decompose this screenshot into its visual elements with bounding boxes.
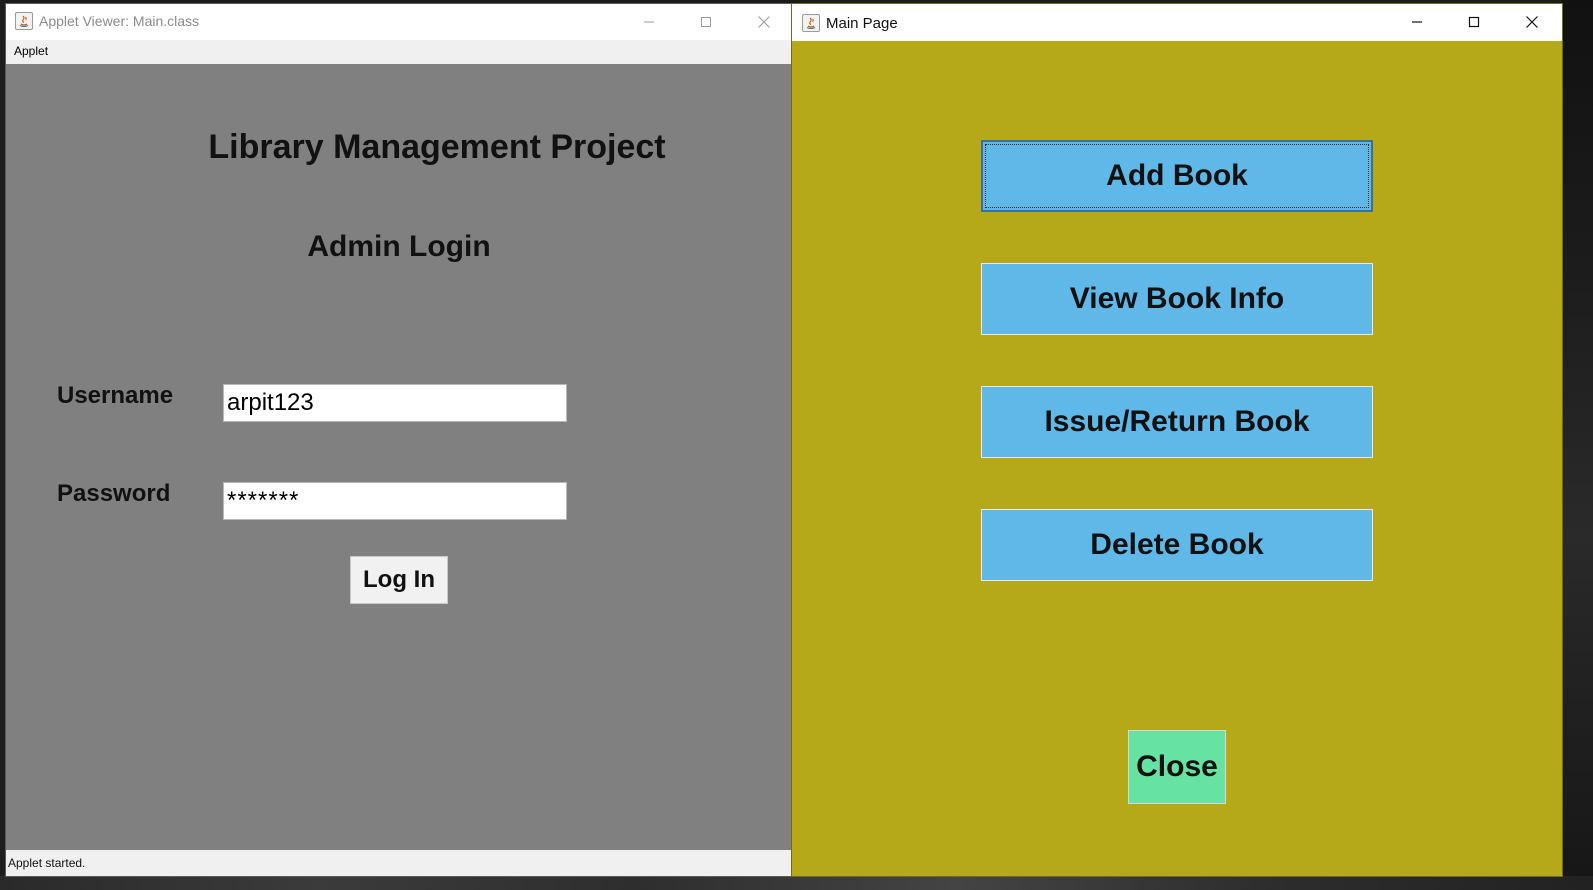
minimize-icon <box>644 21 654 23</box>
window-title: Applet Viewer: Main.class <box>39 13 200 29</box>
maximize-button[interactable] <box>1445 4 1503 40</box>
add-book-button[interactable]: Add Book <box>981 140 1373 212</box>
admin-login-heading: Admin Login <box>307 230 491 263</box>
close-icon <box>758 16 770 28</box>
menu-bar: Applet <box>6 40 793 64</box>
close-button[interactable]: Close <box>1128 730 1226 804</box>
issue-return-book-button[interactable]: Issue/Return Book <box>981 386 1373 458</box>
username-field[interactable] <box>223 384 567 422</box>
desktop-background-right <box>1562 0 1593 890</box>
java-icon <box>15 12 33 30</box>
main-page-titlebar[interactable]: Main Page <box>792 4 1562 41</box>
password-label: Password <box>57 480 171 507</box>
maximize-button[interactable] <box>677 4 735 40</box>
window-title: Main Page <box>826 15 898 32</box>
login-button[interactable]: Log In <box>350 556 448 604</box>
desktop-taskbar-edge <box>0 876 1593 890</box>
login-panel: Library Management Project Admin Login U… <box>6 64 793 850</box>
status-bar: Applet started. <box>6 850 793 876</box>
app-title: Library Management Project <box>208 128 666 166</box>
minimize-button[interactable] <box>1388 4 1446 40</box>
applet-viewer-titlebar[interactable]: Applet Viewer: Main.class <box>6 4 793 40</box>
minimize-icon <box>1412 21 1422 23</box>
close-icon <box>1526 16 1538 28</box>
main-menu-panel: Add Book View Book Info Issue/Return Boo… <box>792 41 1562 876</box>
minimize-button[interactable] <box>620 4 678 40</box>
view-book-info-button[interactable]: View Book Info <box>981 263 1373 335</box>
java-icon <box>802 14 820 32</box>
username-label: Username <box>57 382 174 409</box>
delete-book-button[interactable]: Delete Book <box>981 509 1373 581</box>
close-window-button[interactable] <box>735 4 793 40</box>
password-field[interactable] <box>223 482 567 520</box>
maximize-icon <box>701 17 711 27</box>
maximize-icon <box>1468 16 1480 28</box>
main-page-window: Main Page Add Book View Book Info Issue/… <box>792 4 1562 876</box>
status-text: Applet started. <box>8 856 86 870</box>
applet-viewer-window: Applet Viewer: Main.class Applet Library… <box>6 4 793 876</box>
close-window-button[interactable] <box>1503 4 1561 40</box>
menu-applet[interactable]: Applet <box>14 44 48 58</box>
